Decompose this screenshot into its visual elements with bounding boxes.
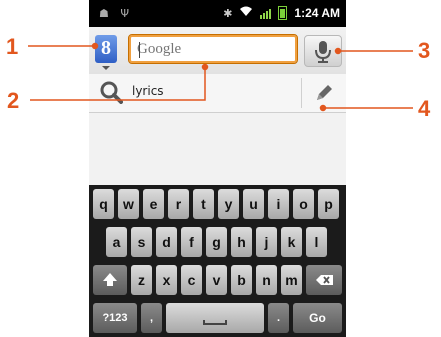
callout-number-2: 2 [7, 88, 20, 113]
callout-lines [28, 42, 413, 112]
callout-number-1: 1 [6, 34, 19, 59]
callout-number-4: 4 [418, 96, 431, 121]
callout-number-3: 3 [418, 38, 431, 63]
